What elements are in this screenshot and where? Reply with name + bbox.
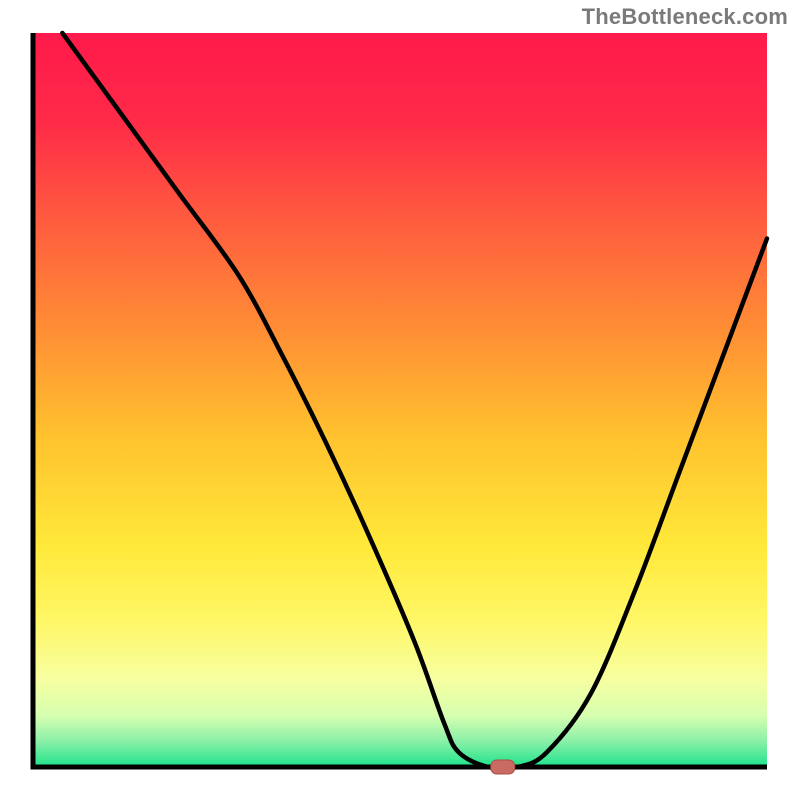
bottleneck-chart: [0, 0, 800, 800]
chart-stage: TheBottleneck.com: [0, 0, 800, 800]
optimal-marker: [491, 760, 515, 774]
watermark-text: TheBottleneck.com: [582, 4, 788, 30]
